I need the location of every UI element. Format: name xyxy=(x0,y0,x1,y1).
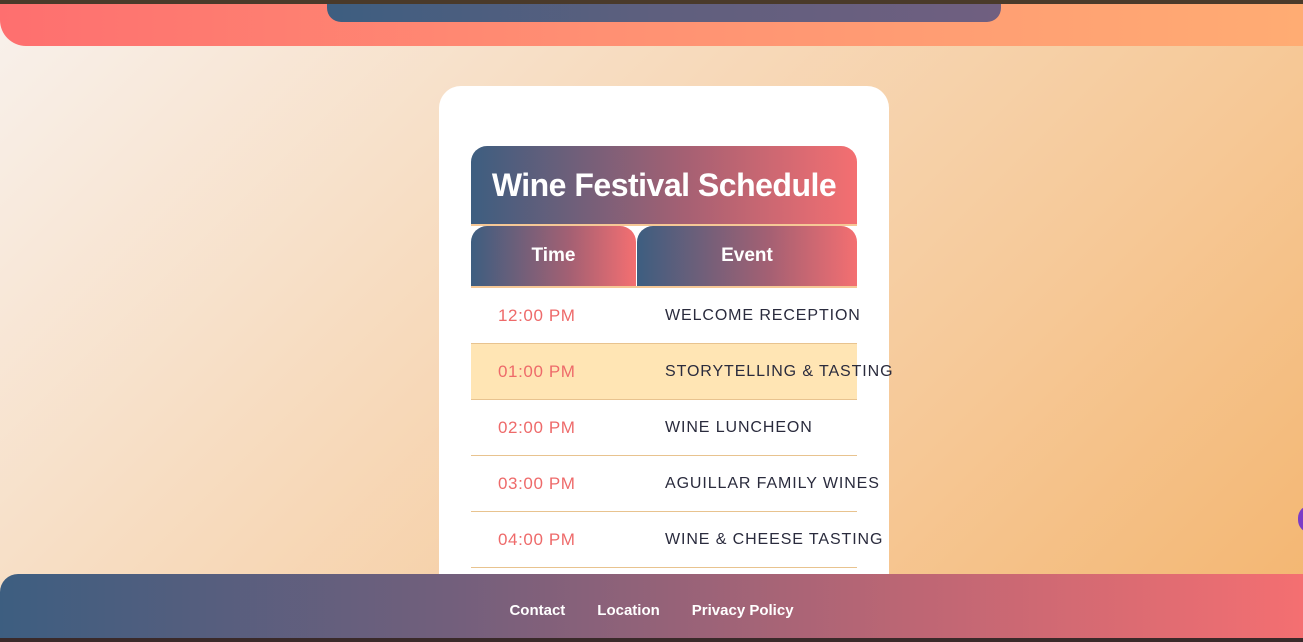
time-cell: 02:00 PM xyxy=(498,417,576,437)
time-cell: 12:00 PM xyxy=(498,305,576,325)
column-header-event: Event xyxy=(637,226,857,286)
time-cell: 04:00 PM xyxy=(498,529,576,549)
event-cell: WELCOME RECEPTION xyxy=(665,306,861,324)
event-cell: WINE LUNCHEON xyxy=(665,418,813,436)
table-row-highlighted: 01:00 PM STORYTELLING & TASTING xyxy=(471,344,894,400)
top-edge-strip xyxy=(0,0,1303,4)
footer-link-contact[interactable]: Contact xyxy=(509,602,565,619)
time-cell: 03:00 PM xyxy=(498,473,576,493)
event-cell: WINE & CHEESE TASTING xyxy=(665,530,884,548)
table-row: 03:00 PM AGUILLAR FAMILY WINES xyxy=(471,456,880,512)
column-header-time: Time xyxy=(471,226,636,286)
schedule-header-row: Time Event xyxy=(471,226,857,288)
bottom-edge-strip xyxy=(0,638,1303,642)
table-row: 12:00 PM WELCOME RECEPTION xyxy=(471,288,861,344)
schedule-card: Wine Festival Schedule Time Event 12:00 … xyxy=(439,86,894,606)
event-cell: STORYTELLING & TASTING xyxy=(665,362,894,380)
footer-link-location[interactable]: Location xyxy=(597,602,660,619)
event-cell: AGUILLAR FAMILY WINES xyxy=(665,474,880,492)
table-row: 02:00 PM WINE LUNCHEON xyxy=(471,400,857,456)
floating-widget-button[interactable] xyxy=(1298,505,1303,533)
schedule-title: Wine Festival Schedule xyxy=(471,146,857,226)
footer: Contact Location Privacy Policy xyxy=(0,574,1303,642)
footer-link-privacy-policy[interactable]: Privacy Policy xyxy=(692,602,794,619)
table-row: 04:00 PM WINE & CHEESE TASTING xyxy=(471,512,884,568)
time-cell: 01:00 PM xyxy=(498,361,576,381)
schedule-table: Wine Festival Schedule Time Event 12:00 … xyxy=(471,146,894,568)
